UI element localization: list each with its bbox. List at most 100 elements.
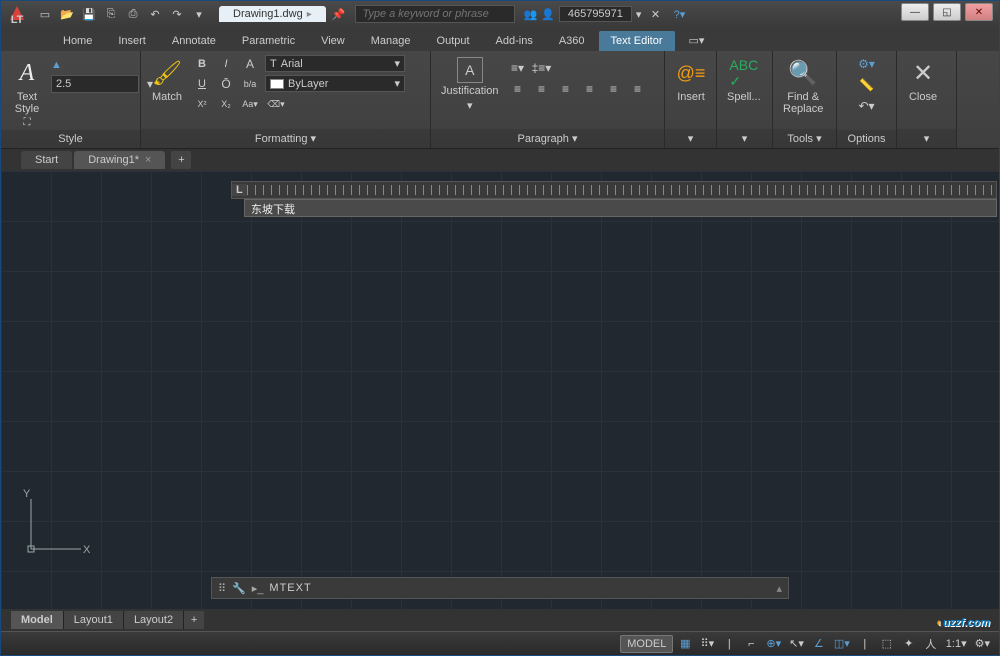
align-left-button[interactable]: ≡ — [530, 80, 552, 98]
color-combo[interactable]: ByLayer▾ — [265, 75, 405, 92]
underline-button[interactable]: U — [191, 75, 213, 93]
status-gear-icon[interactable]: ⚙▾ — [972, 635, 993, 653]
clear-button[interactable]: ⌫▾ — [265, 95, 287, 113]
minimize-button[interactable]: — — [901, 3, 929, 21]
bold-button[interactable]: B — [191, 55, 213, 73]
new-icon[interactable]: ▭ — [35, 5, 55, 23]
status-annoscale-icon[interactable]: ✦ — [899, 635, 919, 653]
maximize-button[interactable]: ◱ — [933, 3, 961, 21]
align-justify-button[interactable]: ≡ — [602, 80, 624, 98]
align-right-button[interactable]: ≡ — [578, 80, 600, 98]
close-editor-button[interactable]: ✕Close — [903, 55, 943, 105]
tab-annotate[interactable]: Annotate — [160, 31, 228, 51]
app-logo[interactable]: LT — [5, 2, 29, 26]
status-model-button[interactable]: MODEL — [620, 635, 673, 653]
tab-a360[interactable]: A360 — [547, 31, 597, 51]
file-tab-arrow-icon[interactable]: ▸ — [307, 9, 312, 20]
panel-style-title: Style — [1, 130, 140, 148]
user-dropdown-icon[interactable]: ▾ — [636, 8, 642, 21]
align-distribute-button[interactable]: ≡ — [626, 80, 648, 98]
find-replace-button[interactable]: 🔍Find &Replace — [779, 55, 827, 117]
tab-home[interactable]: Home — [51, 31, 104, 51]
layout-tab-add-button[interactable]: + — [184, 611, 204, 629]
more-options-button[interactable]: ⚙▾ — [858, 55, 875, 73]
text-height-input[interactable] — [51, 75, 139, 93]
bullets-button[interactable]: ≡▾ — [506, 59, 528, 77]
font-a-button[interactable]: A — [239, 55, 261, 73]
pin-icon[interactable]: 📌 — [332, 8, 346, 21]
save-icon[interactable]: 💾 — [79, 5, 99, 23]
panel-close: ✕Close ▾ — [897, 51, 957, 148]
file-tab[interactable]: Drawing1.dwg ▸ — [219, 6, 326, 22]
status-grid-icon[interactable]: ▦ — [675, 635, 695, 653]
tab-output[interactable]: Output — [425, 31, 482, 51]
tab-parametric[interactable]: Parametric — [230, 31, 307, 51]
close-button[interactable]: ✕ — [965, 3, 993, 21]
tab-addins[interactable]: Add-ins — [484, 31, 545, 51]
drawing-canvas[interactable]: L 东坡下载 Y X ⠿ 🔧 ▸_ MTEXT ▴ — [1, 171, 999, 609]
layout-tab-model[interactable]: Model — [11, 611, 64, 629]
match-button[interactable]: 🖌 Match — [147, 55, 187, 105]
status-polar-icon[interactable]: ⊕▾ — [763, 635, 784, 653]
qat-more-icon[interactable]: ▾ — [189, 5, 209, 23]
saveas-icon[interactable]: ⎘ — [101, 5, 121, 23]
user-icon[interactable]: 👤 — [541, 8, 555, 21]
doc-tab-drawing[interactable]: Drawing1*× — [74, 151, 165, 169]
subscript-button[interactable]: X₂ — [215, 95, 237, 113]
doc-tab-start[interactable]: Start — [21, 151, 72, 169]
superscript-button[interactable]: X² — [191, 95, 213, 113]
status-ortho-icon[interactable]: ⌐ — [741, 635, 761, 653]
italic-button[interactable]: I — [215, 55, 237, 73]
redo-icon[interactable]: ↷ — [167, 5, 187, 23]
layout-tab-layout2[interactable]: Layout2 — [124, 611, 184, 629]
font-combo[interactable]: TArial▾ — [265, 55, 405, 72]
text-style-button[interactable]: A TextStyle ⛶ — [7, 55, 47, 130]
help-icon[interactable]: ?▾ — [669, 5, 689, 23]
ruler-button[interactable]: 📏 — [859, 76, 874, 94]
justification-dropdown-icon[interactable]: ▾ — [467, 99, 473, 112]
undo-options-button[interactable]: ↶▾ — [858, 97, 874, 115]
status-scale-button[interactable]: 1:1▾ — [943, 635, 970, 653]
status-angle-icon[interactable]: ∠ — [809, 635, 829, 653]
ribbon: A TextStyle ⛶ ▲ ▾ Style 🖌 Match — [1, 51, 999, 149]
status-lwt-icon[interactable]: ⬚ — [877, 635, 897, 653]
cmd-customize-icon[interactable]: 🔧 — [232, 582, 246, 595]
changecase-button[interactable]: Aa▾ — [239, 95, 261, 113]
undo-icon[interactable]: ↶ — [145, 5, 165, 23]
justification-button[interactable]: A Justification ▾ — [437, 55, 502, 114]
cmd-history-icon[interactable]: ▴ — [776, 582, 782, 595]
linespace-button[interactable]: ‡≡▾ — [530, 59, 552, 77]
ruler-tab-icon[interactable]: L — [232, 184, 247, 196]
stack-button[interactable]: b/a — [239, 75, 261, 93]
status-track-icon[interactable]: ↖▾ — [786, 635, 807, 653]
infocenter-icon[interactable]: 👥 — [523, 8, 537, 21]
cmd-grip-icon[interactable]: ⠿ — [218, 582, 226, 595]
spell-button[interactable]: ABC✓Spell... — [723, 55, 765, 105]
status-osnap-icon[interactable]: ◫▾ — [831, 635, 853, 653]
overline-button[interactable]: Ō — [215, 75, 237, 93]
text-ruler[interactable]: L — [231, 181, 997, 199]
align-center-button[interactable]: ≡ — [554, 80, 576, 98]
align-default-button[interactable]: ≡ — [506, 80, 528, 98]
open-icon[interactable]: 📂 — [57, 5, 77, 23]
search-input[interactable] — [355, 5, 515, 23]
annotative-icon[interactable]: ⛶ — [24, 117, 31, 128]
justification-label: Justification — [441, 85, 498, 97]
panel-spell: ABC✓Spell... ▾ — [717, 51, 773, 148]
insert-button[interactable]: @≡Insert — [671, 55, 711, 105]
tab-extra-icon[interactable]: ▭▾ — [677, 30, 717, 51]
tab-view[interactable]: View — [309, 31, 357, 51]
tab-manage[interactable]: Manage — [359, 31, 423, 51]
status-snap-icon[interactable]: ⠿▾ — [697, 635, 717, 653]
tab-insert[interactable]: Insert — [106, 31, 158, 51]
doc-tab-close-icon[interactable]: × — [145, 154, 151, 166]
layout-tab-layout1[interactable]: Layout1 — [64, 611, 124, 629]
plot-icon[interactable]: ⎙ — [123, 5, 143, 23]
doc-tab-add-button[interactable]: + — [171, 151, 191, 169]
command-line[interactable]: ⠿ 🔧 ▸_ MTEXT ▴ — [211, 577, 789, 599]
status-annovis-icon[interactable]: 人 — [921, 635, 941, 653]
exchange-icon[interactable]: ✕ — [645, 5, 665, 23]
tab-texteditor[interactable]: Text Editor — [599, 31, 675, 51]
user-id[interactable]: 465795971 — [559, 6, 632, 22]
mtext-editor[interactable]: 东坡下载 — [244, 199, 997, 217]
